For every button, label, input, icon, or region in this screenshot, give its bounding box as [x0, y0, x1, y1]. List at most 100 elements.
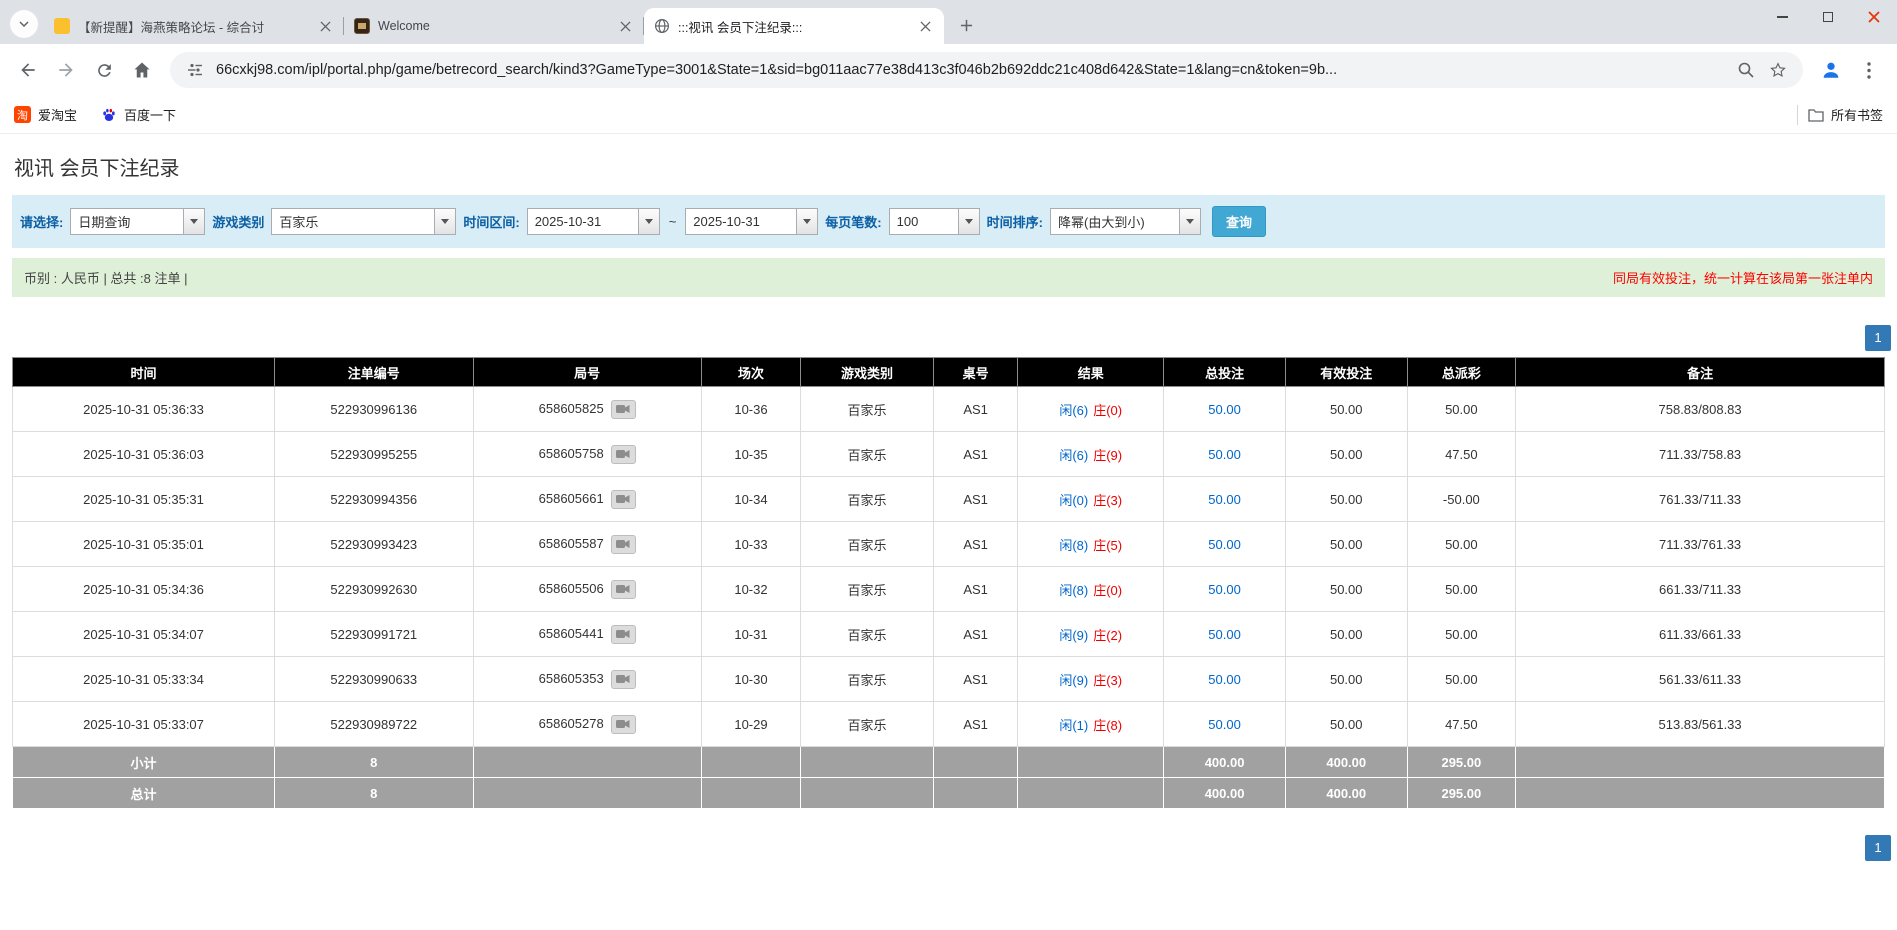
cell-game-type: 百家乐 [800, 431, 934, 477]
person-icon [1823, 62, 1839, 78]
video-replay-icon[interactable] [610, 444, 636, 464]
pagination-top: 1 [12, 325, 1891, 351]
cell-result: 闲(1) 庄(8) [1017, 701, 1165, 747]
back-icon [21, 63, 35, 77]
tab-close-icon[interactable] [617, 18, 634, 35]
cell-note: 758.83/808.83 [1515, 386, 1885, 432]
video-replay-icon[interactable] [610, 489, 636, 509]
query-type-value[interactable] [71, 209, 184, 234]
total-total-bet: 400.00 [1163, 777, 1286, 809]
tab-close-icon[interactable] [317, 18, 334, 35]
cell-bet-id: 522930990633 [274, 656, 474, 702]
total-bet-link[interactable]: 50.00 [1208, 717, 1241, 732]
page-number-button[interactable]: 1 [1865, 325, 1891, 351]
video-replay-icon[interactable] [610, 624, 636, 644]
close-button[interactable] [1851, 0, 1897, 34]
video-replay-icon[interactable] [610, 579, 636, 599]
video-replay-icon[interactable] [610, 399, 636, 419]
bookmark-baidu[interactable]: 百度一下 [101, 105, 176, 124]
total-bet-link[interactable]: 50.00 [1208, 672, 1241, 687]
cell-valid-bet: 50.00 [1284, 566, 1408, 612]
new-tab-button[interactable] [952, 11, 980, 39]
cell-valid-bet: 50.00 [1284, 431, 1408, 477]
forward-button[interactable] [48, 52, 84, 88]
sort-label: 时间排序: [986, 215, 1043, 230]
query-type-label: 请选择: [20, 215, 64, 230]
search-button[interactable]: 查询 [1211, 206, 1266, 237]
tab-forum[interactable]: 【新提醒】海燕策略论坛 - 综合讨 [44, 8, 344, 44]
all-bookmarks-button[interactable]: 所有书签 [1808, 105, 1883, 124]
table-body: 2025-10-31 05:36:33 522930996136 6586058… [11, 386, 1885, 747]
tab-bet-records[interactable]: :::视讯 会员下注纪录::: [644, 8, 944, 44]
zoom-icon[interactable] [1735, 59, 1757, 81]
table-row: 2025-10-31 05:34:07 522930991721 6586054… [11, 611, 1885, 657]
video-replay-icon[interactable] [610, 714, 636, 734]
cell-round-id: 658605353 [472, 656, 702, 702]
tab-search-button[interactable] [10, 10, 38, 38]
globe-icon [654, 18, 670, 34]
date-from-select[interactable] [526, 208, 660, 235]
sort-select[interactable] [1049, 208, 1201, 235]
bookmark-star-icon[interactable] [1767, 59, 1789, 81]
url-text[interactable]: 66cxkj98.com/ipl/portal.php/game/betreco… [216, 62, 1725, 78]
cell-result: 闲(8) 庄(5) [1017, 521, 1165, 567]
minimize-button[interactable] [1759, 0, 1805, 34]
cell-valid-bet: 50.00 [1284, 611, 1408, 657]
result-banker: 庄(8) [1093, 717, 1123, 733]
sort-value[interactable] [1050, 209, 1179, 234]
video-replay-icon[interactable] [610, 669, 636, 689]
home-button[interactable] [124, 52, 160, 88]
cell-session: 10-34 [700, 476, 802, 522]
date-from-value[interactable] [527, 209, 638, 234]
refresh-button[interactable] [86, 52, 122, 88]
dropdown-button[interactable] [957, 209, 979, 234]
header-table-no: 桌号 [932, 357, 1019, 387]
menu-kebab-button[interactable] [1851, 52, 1887, 88]
cell-table-no: AS1 [932, 386, 1019, 432]
total-bet-link[interactable]: 50.00 [1208, 447, 1241, 462]
result-banker: 庄(9) [1093, 447, 1123, 463]
video-replay-icon[interactable] [610, 534, 636, 554]
chevron-down-icon [644, 219, 653, 224]
total-bet-link[interactable]: 50.00 [1208, 402, 1241, 417]
total-bet-link[interactable]: 50.00 [1208, 582, 1241, 597]
table-row: 2025-10-31 05:33:34 522930990633 6586053… [11, 656, 1885, 702]
header-valid-bet: 有效投注 [1284, 357, 1408, 387]
subtotal-count: 8 [274, 746, 474, 778]
back-button[interactable] [10, 52, 46, 88]
dropdown-button[interactable] [434, 209, 456, 234]
header-time: 时间 [11, 357, 276, 387]
profile-avatar[interactable] [1813, 52, 1849, 88]
total-bet-link[interactable]: 50.00 [1208, 537, 1241, 552]
query-type-select[interactable] [70, 208, 206, 235]
result-player: 闲(9) [1059, 627, 1089, 643]
site-info-icon[interactable] [184, 59, 206, 81]
cell-total-bet: 50.00 [1163, 611, 1286, 657]
tab-strip: 【新提醒】海燕策略论坛 - 综合讨 Welcome :::视讯 会员下注纪录::… [0, 0, 1897, 44]
tab-close-icon[interactable] [917, 18, 934, 35]
date-to-select[interactable] [685, 208, 819, 235]
cell-payout: 50.00 [1406, 521, 1517, 567]
cell-payout: 50.00 [1406, 611, 1517, 657]
game-type-value[interactable] [272, 209, 435, 234]
total-bet-link[interactable]: 50.00 [1208, 492, 1241, 507]
subtotal-valid-bet: 400.00 [1284, 746, 1408, 778]
dropdown-button[interactable] [183, 209, 205, 234]
address-bar[interactable]: 66cxkj98.com/ipl/portal.php/game/betreco… [170, 52, 1803, 88]
page-size-select[interactable] [888, 208, 980, 235]
dropdown-button[interactable] [637, 209, 659, 234]
game-type-select[interactable] [271, 208, 457, 235]
date-to-value[interactable] [686, 209, 797, 234]
total-bet-link[interactable]: 50.00 [1208, 627, 1241, 642]
dropdown-button[interactable] [796, 209, 818, 234]
tab-welcome[interactable]: Welcome [344, 8, 644, 44]
maximize-button[interactable] [1805, 0, 1851, 34]
page-content: 视讯 会员下注纪录 请选择: 游戏类别 时间区间: ~ 每页笔数: 时间排序: [0, 152, 1897, 861]
page-size-value[interactable] [889, 209, 958, 234]
cell-note: 761.33/711.33 [1515, 476, 1885, 522]
bookmark-taobao[interactable]: 淘 爱淘宝 [14, 105, 77, 124]
page-number-button[interactable]: 1 [1865, 835, 1891, 861]
currency-summary: 币别 : 人民币 | 总共 :8 注单 | [24, 271, 188, 286]
dropdown-button[interactable] [1178, 209, 1200, 234]
cell-time: 2025-10-31 05:33:34 [11, 656, 276, 702]
